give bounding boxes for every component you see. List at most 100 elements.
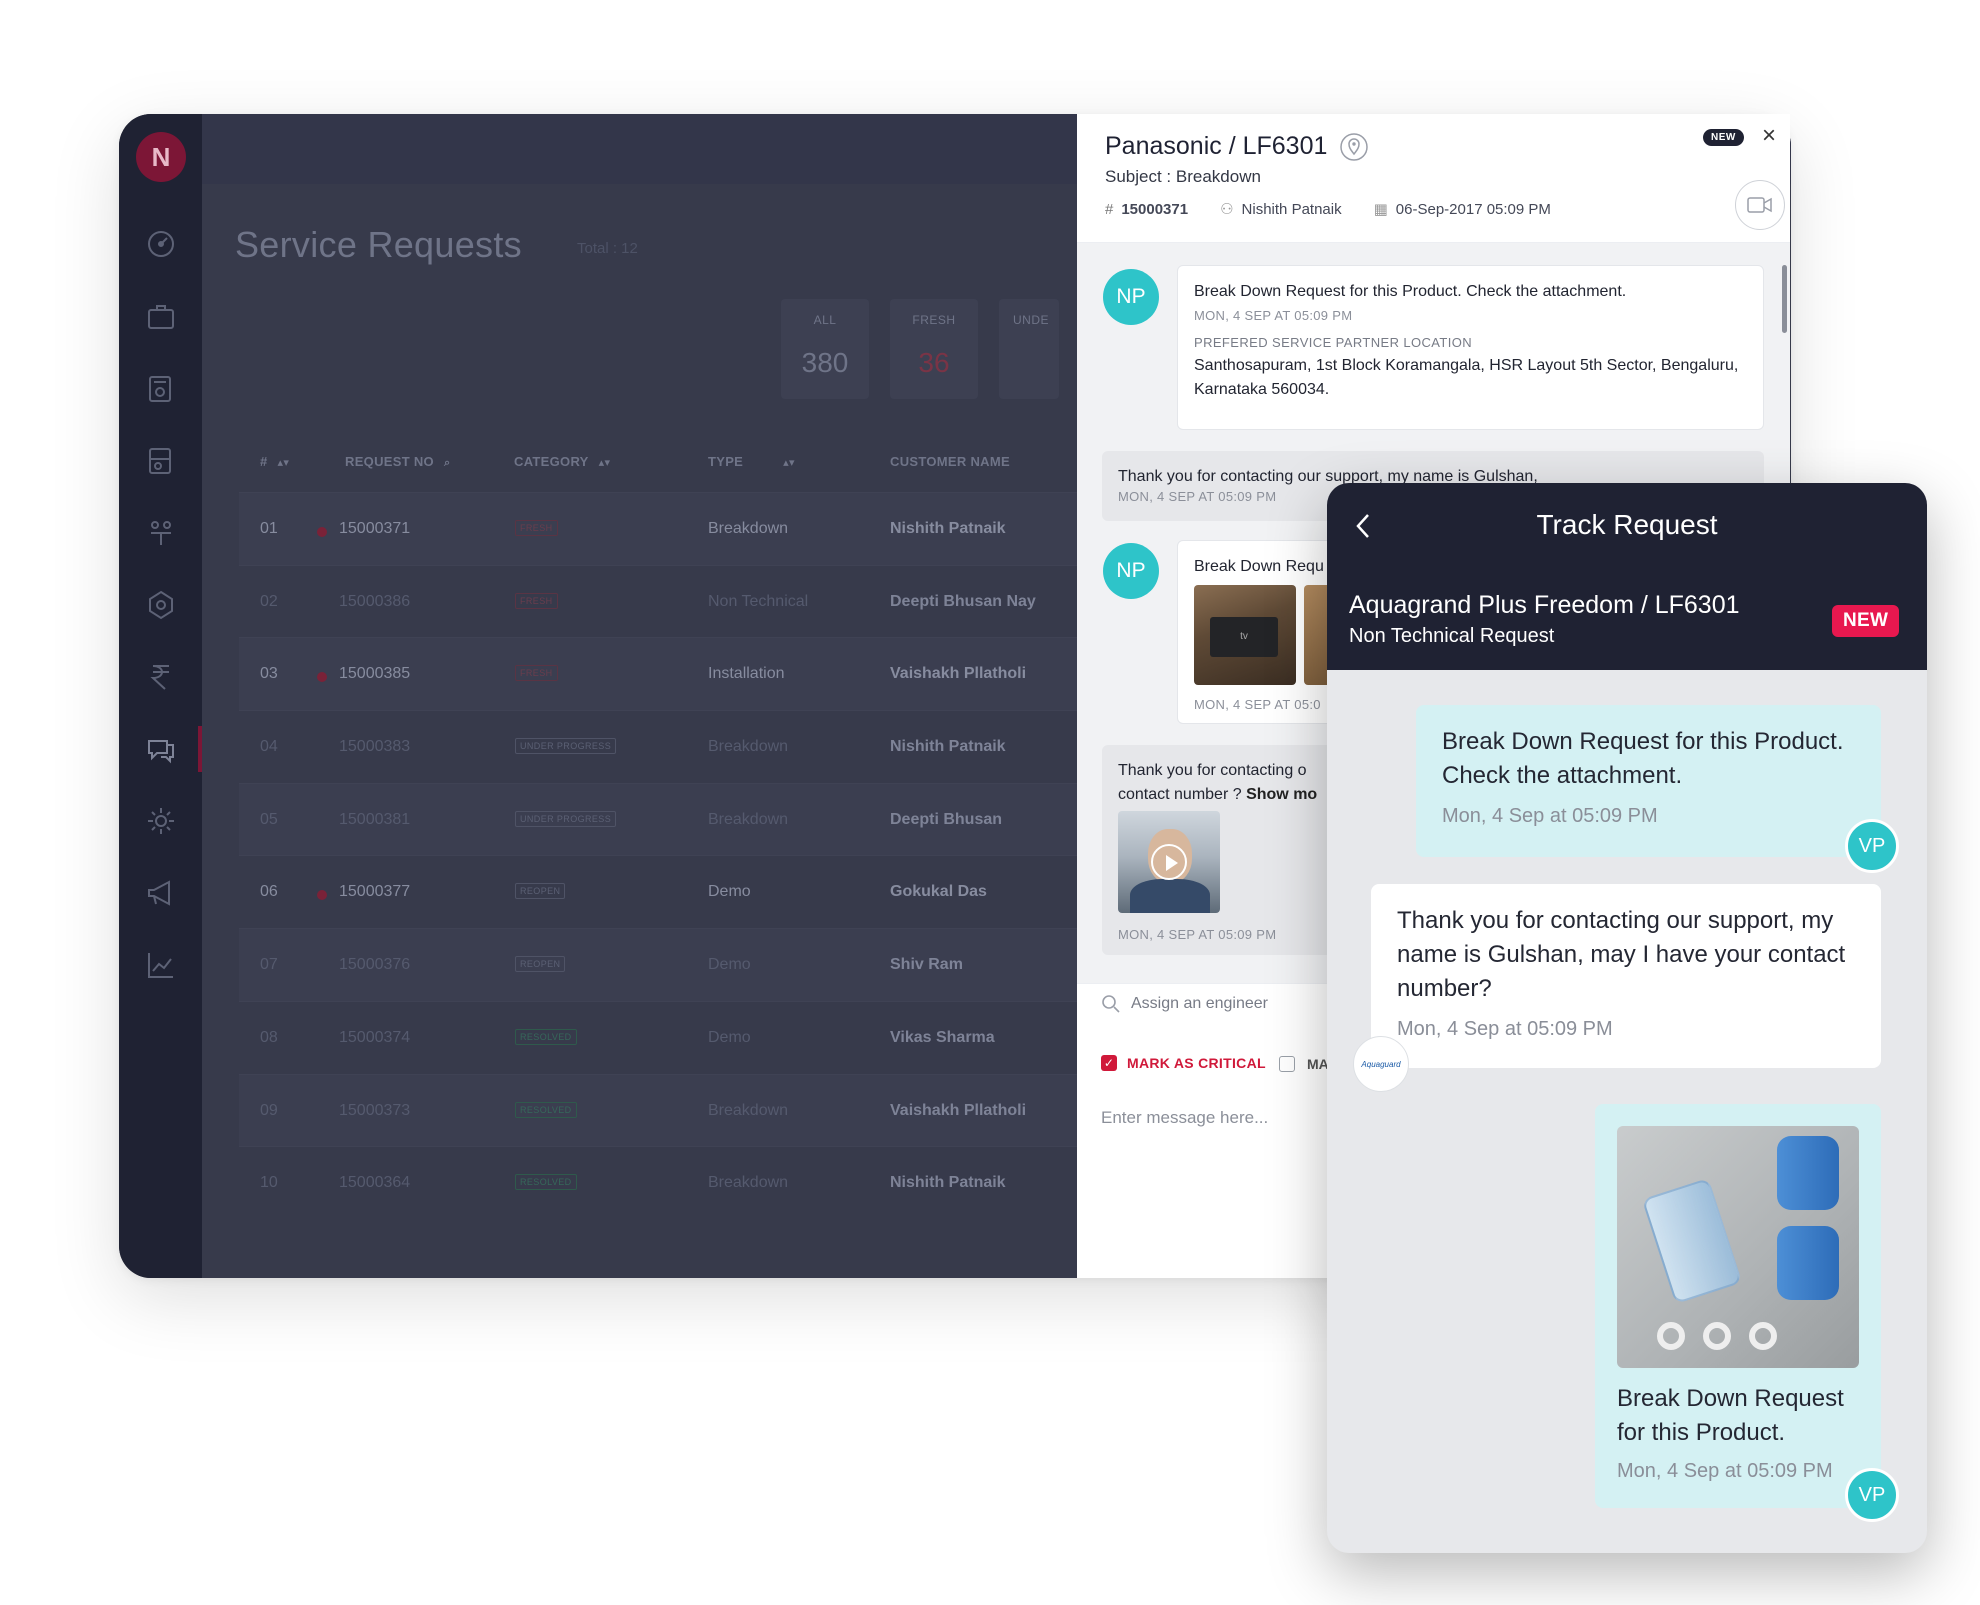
product-photo[interactable] [1617,1126,1859,1368]
gear-icon[interactable] [144,804,178,838]
team-icon[interactable] [144,516,178,550]
stat-all[interactable]: ALL 380 [781,299,869,399]
close-icon[interactable]: × [1762,122,1776,150]
status-badge: RESOLVED [515,1101,577,1118]
table-row[interactable]: 09 15000373 RESOLVED Breakdown Vaishakh Plla… [239,1073,1119,1147]
row-number: 04 [260,738,278,756]
table-row[interactable]: 04 15000383 UNDER PROGRESS Breakdown Nishith… [239,710,1119,783]
calendar-icon: ▦ [1373,201,1388,218]
detail-subject: Subject : Breakdown [1105,167,1261,186]
col-header-category[interactable]: CATEGORY ▴▾ [514,454,610,469]
track-title: Track Request [1536,509,1718,540]
message-time: MON, 4 SEP AT 05:09 PM [1118,927,1277,942]
chat-scrollbar[interactable] [1782,265,1787,333]
table-body: 01 15000371 FRESH Breakdown Nishith Patnaik 0… [239,492,1119,1219]
row-customer: Nishith Patnaik [890,520,1006,537]
row-request-no: 15000385 [339,665,411,683]
assign-engineer-input[interactable]: Assign an engineer [1101,994,1268,1014]
col-header-request-no[interactable]: REQUEST NO ⌕ [345,454,450,470]
row-request-no: 15000373 [339,1101,411,1119]
track-message-outgoing: Break Down Request for this Product. Mon… [1595,1104,1881,1508]
track-request-type: Non Technical Request [1349,625,1555,647]
rupee-icon[interactable] [144,660,178,694]
table-row[interactable]: 08 15000374 RESOLVED Demo Vikas Sharma [239,1000,1119,1074]
user-icon: ⚇ [1220,201,1234,218]
message-input[interactable]: Enter message here... [1101,1108,1268,1128]
dashboard-gauge-icon[interactable] [144,227,178,261]
stat-all-label: ALL [813,313,837,327]
row-number: 10 [260,1174,278,1192]
filter-part [1777,1226,1839,1300]
search-icon: ⌕ [443,457,451,469]
row-type: Demo [708,1028,751,1046]
table-row[interactable]: 10 15000364 RESOLVED Breakdown Nishith Patna… [239,1146,1119,1219]
search-icon [1102,995,1120,1013]
table-row[interactable]: 07 15000376 REOPEN Demo Shiv Ram [239,928,1119,1001]
briefcase-icon[interactable] [144,300,178,334]
row-request-no: 15000386 [339,592,411,610]
unread-dot [317,890,327,901]
megaphone-icon[interactable] [144,876,178,910]
track-message-time: Mon, 4 Sep at 05:09 PM [1442,805,1658,827]
col-header-type[interactable]: TYPE ▴▾ [708,454,795,469]
page-title: Service Requests [235,224,522,265]
play-icon[interactable] [1151,844,1187,880]
table-row[interactable]: 02 15000386 FRESH Non Technical Deepti Bhusa… [239,564,1119,638]
inventory-icon[interactable] [144,444,178,478]
row-request-no: 15000377 [339,883,411,901]
status-badge: FRESH [515,520,558,536]
video-call-button[interactable] [1735,180,1785,230]
row-number: 02 [260,592,278,610]
service-chat-icon[interactable] [144,732,178,766]
row-request-no: 15000374 [339,1028,411,1046]
product-settings-icon[interactable] [144,372,178,406]
track-message-text: Break Down Request for this Product. Che… [1442,728,1844,789]
tv-box-image: tv [1210,617,1278,657]
detail-title: Panasonic / LF6301 [1105,132,1328,160]
assign-placeholder: Assign an engineer [1131,995,1268,1012]
status-badge: UNDER PROGRESS [515,738,617,755]
row-type: Breakdown [708,520,789,537]
analytics-chart-icon[interactable] [144,948,178,982]
table-row[interactable]: 01 15000371 FRESH Breakdown Nishith Patnaik [239,492,1119,565]
mark-critical-label: MARK AS CRITICAL [1127,1055,1266,1071]
row-number: 09 [260,1101,278,1119]
track-message-text: Break Down Request for this Product. [1617,1385,1844,1446]
message-time: MON, 4 SEP AT 05:0 [1194,697,1321,712]
table-row[interactable]: 06 15000377 REOPEN Demo Gokukal Das [239,855,1119,928]
col-header-customer[interactable]: CUSTOMER NAME [890,454,1010,469]
stat-under-progress[interactable]: UNDE [999,299,1059,399]
stat-fresh[interactable]: FRESH 36 [890,299,978,399]
table-row[interactable]: 05 15000381 UNDER PROGRESS Breakdown Deepti … [239,782,1119,856]
service-requests-table: # ▴▾ REQUEST NO ⌕ CATEGORY ▴▾ TYPE ▴▾ CUSTOM… [239,434,1119,1219]
row-number: 08 [260,1028,278,1046]
track-product: Aquagrand Plus Freedom / LF6301 [1349,591,1740,619]
attachment-image[interactable]: tv [1194,585,1296,685]
app-logo[interactable]: N [136,132,186,182]
row-number: 07 [260,956,278,974]
sidebar: N [119,114,202,1278]
stat-all-value: 380 [801,347,849,378]
status-badge: FRESH [515,592,558,609]
avatar: NP [1103,543,1159,599]
filter-part [1641,1177,1743,1305]
message-bubble: Break Down Request for this Product. Che… [1177,265,1764,430]
location-pin-icon[interactable] [1339,132,1369,162]
track-new-badge: NEW [1832,605,1900,637]
filter-part [1777,1136,1839,1210]
ring-part [1657,1322,1685,1350]
status-badge: REOPEN [515,956,566,973]
avatar: NP [1103,269,1159,325]
network-icon[interactable] [144,588,178,622]
stat-fresh-label: FRESH [912,313,956,327]
row-number: 01 [260,520,278,537]
row-type: Breakdown [708,1174,789,1192]
table-row[interactable]: 03 15000385 FRESH Installation Vaishakh Plla… [239,637,1119,711]
second-checkbox[interactable] [1279,1056,1295,1072]
col-header-num[interactable]: # ▴▾ [260,454,289,469]
video-attachment[interactable] [1118,811,1220,913]
stage: N Service Requests Total: 12 ALL 380 FR… [0,0,1980,1605]
track-header: Track Request Aquagrand Plus Freedom / L… [1327,483,1927,670]
show-more-link[interactable]: Show mo [1246,786,1317,803]
mark-critical-checkbox[interactable]: ✓ MARK AS CRITICAL [1101,1055,1266,1071]
